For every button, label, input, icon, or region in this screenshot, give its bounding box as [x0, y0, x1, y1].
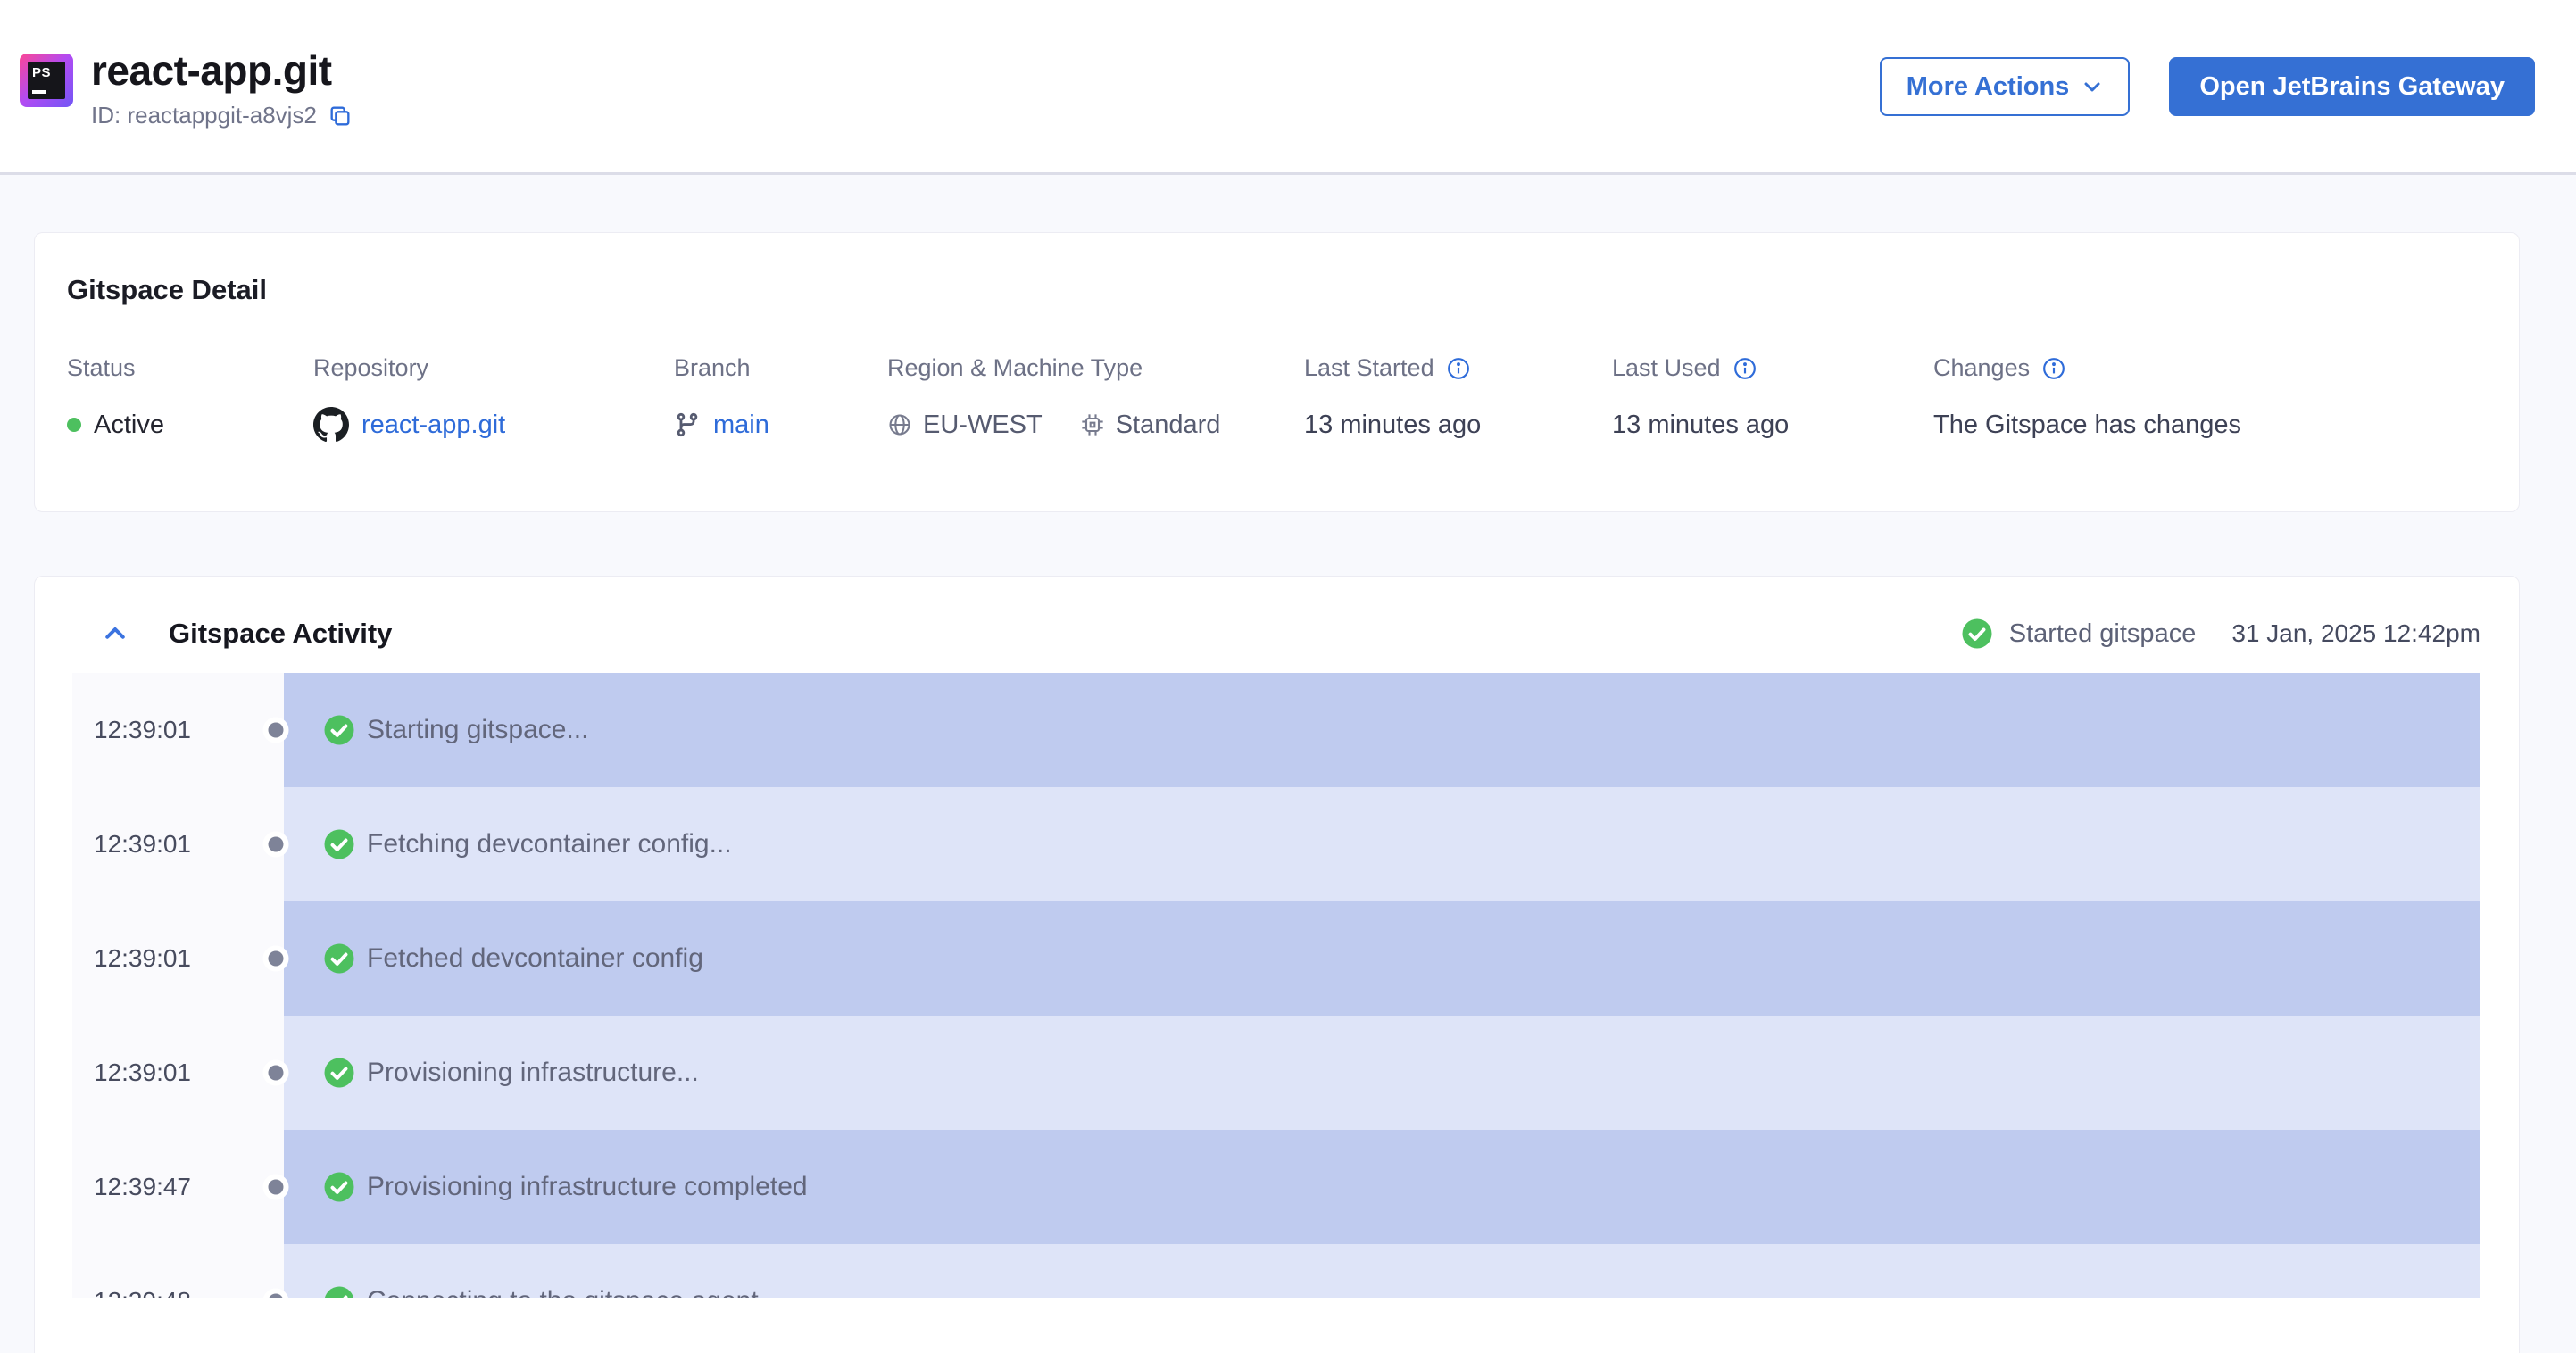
phpstorm-icon-underscore: [32, 90, 46, 94]
field-last-started-label: Last Started: [1304, 354, 1434, 381]
log-row: 12:39:01 Starting gitspace...: [72, 673, 2480, 787]
field-last-started: Last Started 13 minutes ago: [1304, 354, 1612, 444]
check-circle-icon: [323, 828, 355, 860]
log-time: 12:39:01: [72, 673, 284, 787]
log-message: Starting gitspace...: [367, 715, 589, 744]
page-title: react-app.git: [91, 47, 332, 94]
activity-title: Gitspace Activity: [169, 618, 393, 649]
machine-icon: [1080, 412, 1105, 437]
status-value: Active: [94, 410, 164, 439]
globe-icon: [887, 412, 912, 437]
log-time: 12:39:01: [72, 1016, 284, 1130]
field-status: Status Active: [67, 354, 313, 444]
log-row: 12:39:47 Provisioning infrastructure com…: [72, 1130, 2480, 1244]
field-branch-label: Branch: [674, 354, 751, 381]
branch-link[interactable]: main: [713, 411, 769, 440]
field-region-machine: Region & Machine Type EU-WEST Standard: [887, 354, 1304, 444]
info-icon[interactable]: [1447, 357, 1470, 380]
phpstorm-icon: PS: [20, 54, 73, 107]
page-header: PS react-app.git ID: reactappgit-a8vjs2 …: [0, 0, 2576, 175]
log-time: 12:39:48: [72, 1244, 284, 1298]
region-value: EU-WEST: [923, 410, 1043, 439]
field-changes: Changes The Gitspace has changes: [1933, 354, 2481, 444]
detail-card-title: Gitspace Detail: [67, 274, 267, 305]
phpstorm-icon-inner: PS: [28, 62, 65, 99]
log-time: 12:39:01: [72, 787, 284, 901]
log-message: Fetched devcontainer config: [367, 943, 703, 973]
field-repository: Repository react-app.git: [313, 354, 674, 444]
phpstorm-icon-label: PS: [32, 65, 52, 80]
activity-timestamp: 31 Jan, 2025 12:42pm: [2231, 619, 2480, 647]
log-message: Fetching devcontainer config...: [367, 829, 732, 859]
log-time: 12:39:01: [72, 901, 284, 1016]
log-time: 12:39:47: [72, 1130, 284, 1244]
copy-icon[interactable]: [328, 104, 353, 129]
log-message: Provisioning infrastructure completed: [367, 1172, 808, 1201]
log-message: Provisioning infrastructure...: [367, 1058, 699, 1087]
field-changes-label: Changes: [1933, 354, 2031, 381]
detail-grid: Status Active Repository react-app.git B…: [67, 354, 2481, 444]
activity-status-label: Started gitspace: [2008, 618, 2197, 648]
open-jetbrains-gateway-button[interactable]: Open JetBrains Gateway: [2169, 57, 2535, 116]
more-actions-label: More Actions: [1906, 71, 2070, 101]
gitspace-id: ID: reactappgit-a8vjs2: [91, 102, 317, 129]
timeline-dot: [268, 836, 284, 852]
title-block: react-app.git ID: reactappgit-a8vjs2: [91, 46, 353, 129]
git-branch-icon: [674, 411, 701, 438]
info-icon[interactable]: [1733, 357, 1757, 380]
log-row: 12:39:01 Fetching devcontainer config...: [72, 787, 2480, 901]
log-row: 12:39:01 Provisioning infrastructure...: [72, 1016, 2480, 1130]
machine-value: Standard: [1115, 410, 1221, 439]
gitspace-activity-card: Gitspace Activity Started gitspace 31 Ja…: [34, 576, 2520, 1353]
info-icon[interactable]: [2042, 357, 2065, 380]
more-actions-button[interactable]: More Actions: [1879, 57, 2131, 116]
last-started-value: 13 minutes ago: [1304, 410, 1482, 439]
last-used-value: 13 minutes ago: [1612, 410, 1790, 439]
check-circle-icon: [323, 1171, 355, 1203]
region-value-group: EU-WEST: [887, 411, 1043, 440]
check-circle-icon: [1961, 618, 1993, 650]
chevron-down-icon: [2082, 76, 2103, 97]
log-message: Connecting to the gitspace agent...: [367, 1286, 781, 1298]
header-title-group: PS react-app.git ID: reactappgit-a8vjs2: [20, 46, 353, 129]
field-last-used-label: Last Used: [1612, 354, 1721, 381]
collapse-section-button[interactable]: [102, 620, 129, 647]
log-row: 12:39:48 Connecting to the gitspace agen…: [72, 1244, 2480, 1298]
timeline-dot: [268, 722, 284, 738]
field-status-label: Status: [67, 354, 136, 381]
github-icon: [313, 407, 349, 443]
repository-link[interactable]: react-app.git: [361, 411, 505, 440]
field-repository-label: Repository: [313, 354, 429, 381]
check-circle-icon: [323, 1285, 355, 1298]
log-row: 12:39:01 Fetched devcontainer config: [72, 901, 2480, 1016]
timeline-dot: [268, 950, 284, 967]
changes-value: The Gitspace has changes: [1933, 410, 2241, 439]
chevron-up-icon: [102, 620, 129, 647]
field-branch: Branch main: [674, 354, 887, 444]
field-last-used: Last Used 13 minutes ago: [1612, 354, 1933, 444]
machine-value-group: Standard: [1080, 410, 1221, 440]
status-dot-icon: [67, 418, 81, 432]
activity-log-viewport[interactable]: 12:39:01 Starting gitspace... 12:39:01 F…: [72, 673, 2480, 1298]
open-gateway-label: Open JetBrains Gateway: [2199, 71, 2505, 101]
timeline-dot: [268, 1179, 284, 1195]
check-circle-icon: [323, 1057, 355, 1089]
field-region-label: Region & Machine Type: [887, 354, 1143, 381]
timeline-dot: [268, 1065, 284, 1081]
check-circle-icon: [323, 942, 355, 975]
check-circle-icon: [323, 714, 355, 746]
gitspace-detail-card: Gitspace Detail Status Active Repository…: [34, 232, 2520, 512]
